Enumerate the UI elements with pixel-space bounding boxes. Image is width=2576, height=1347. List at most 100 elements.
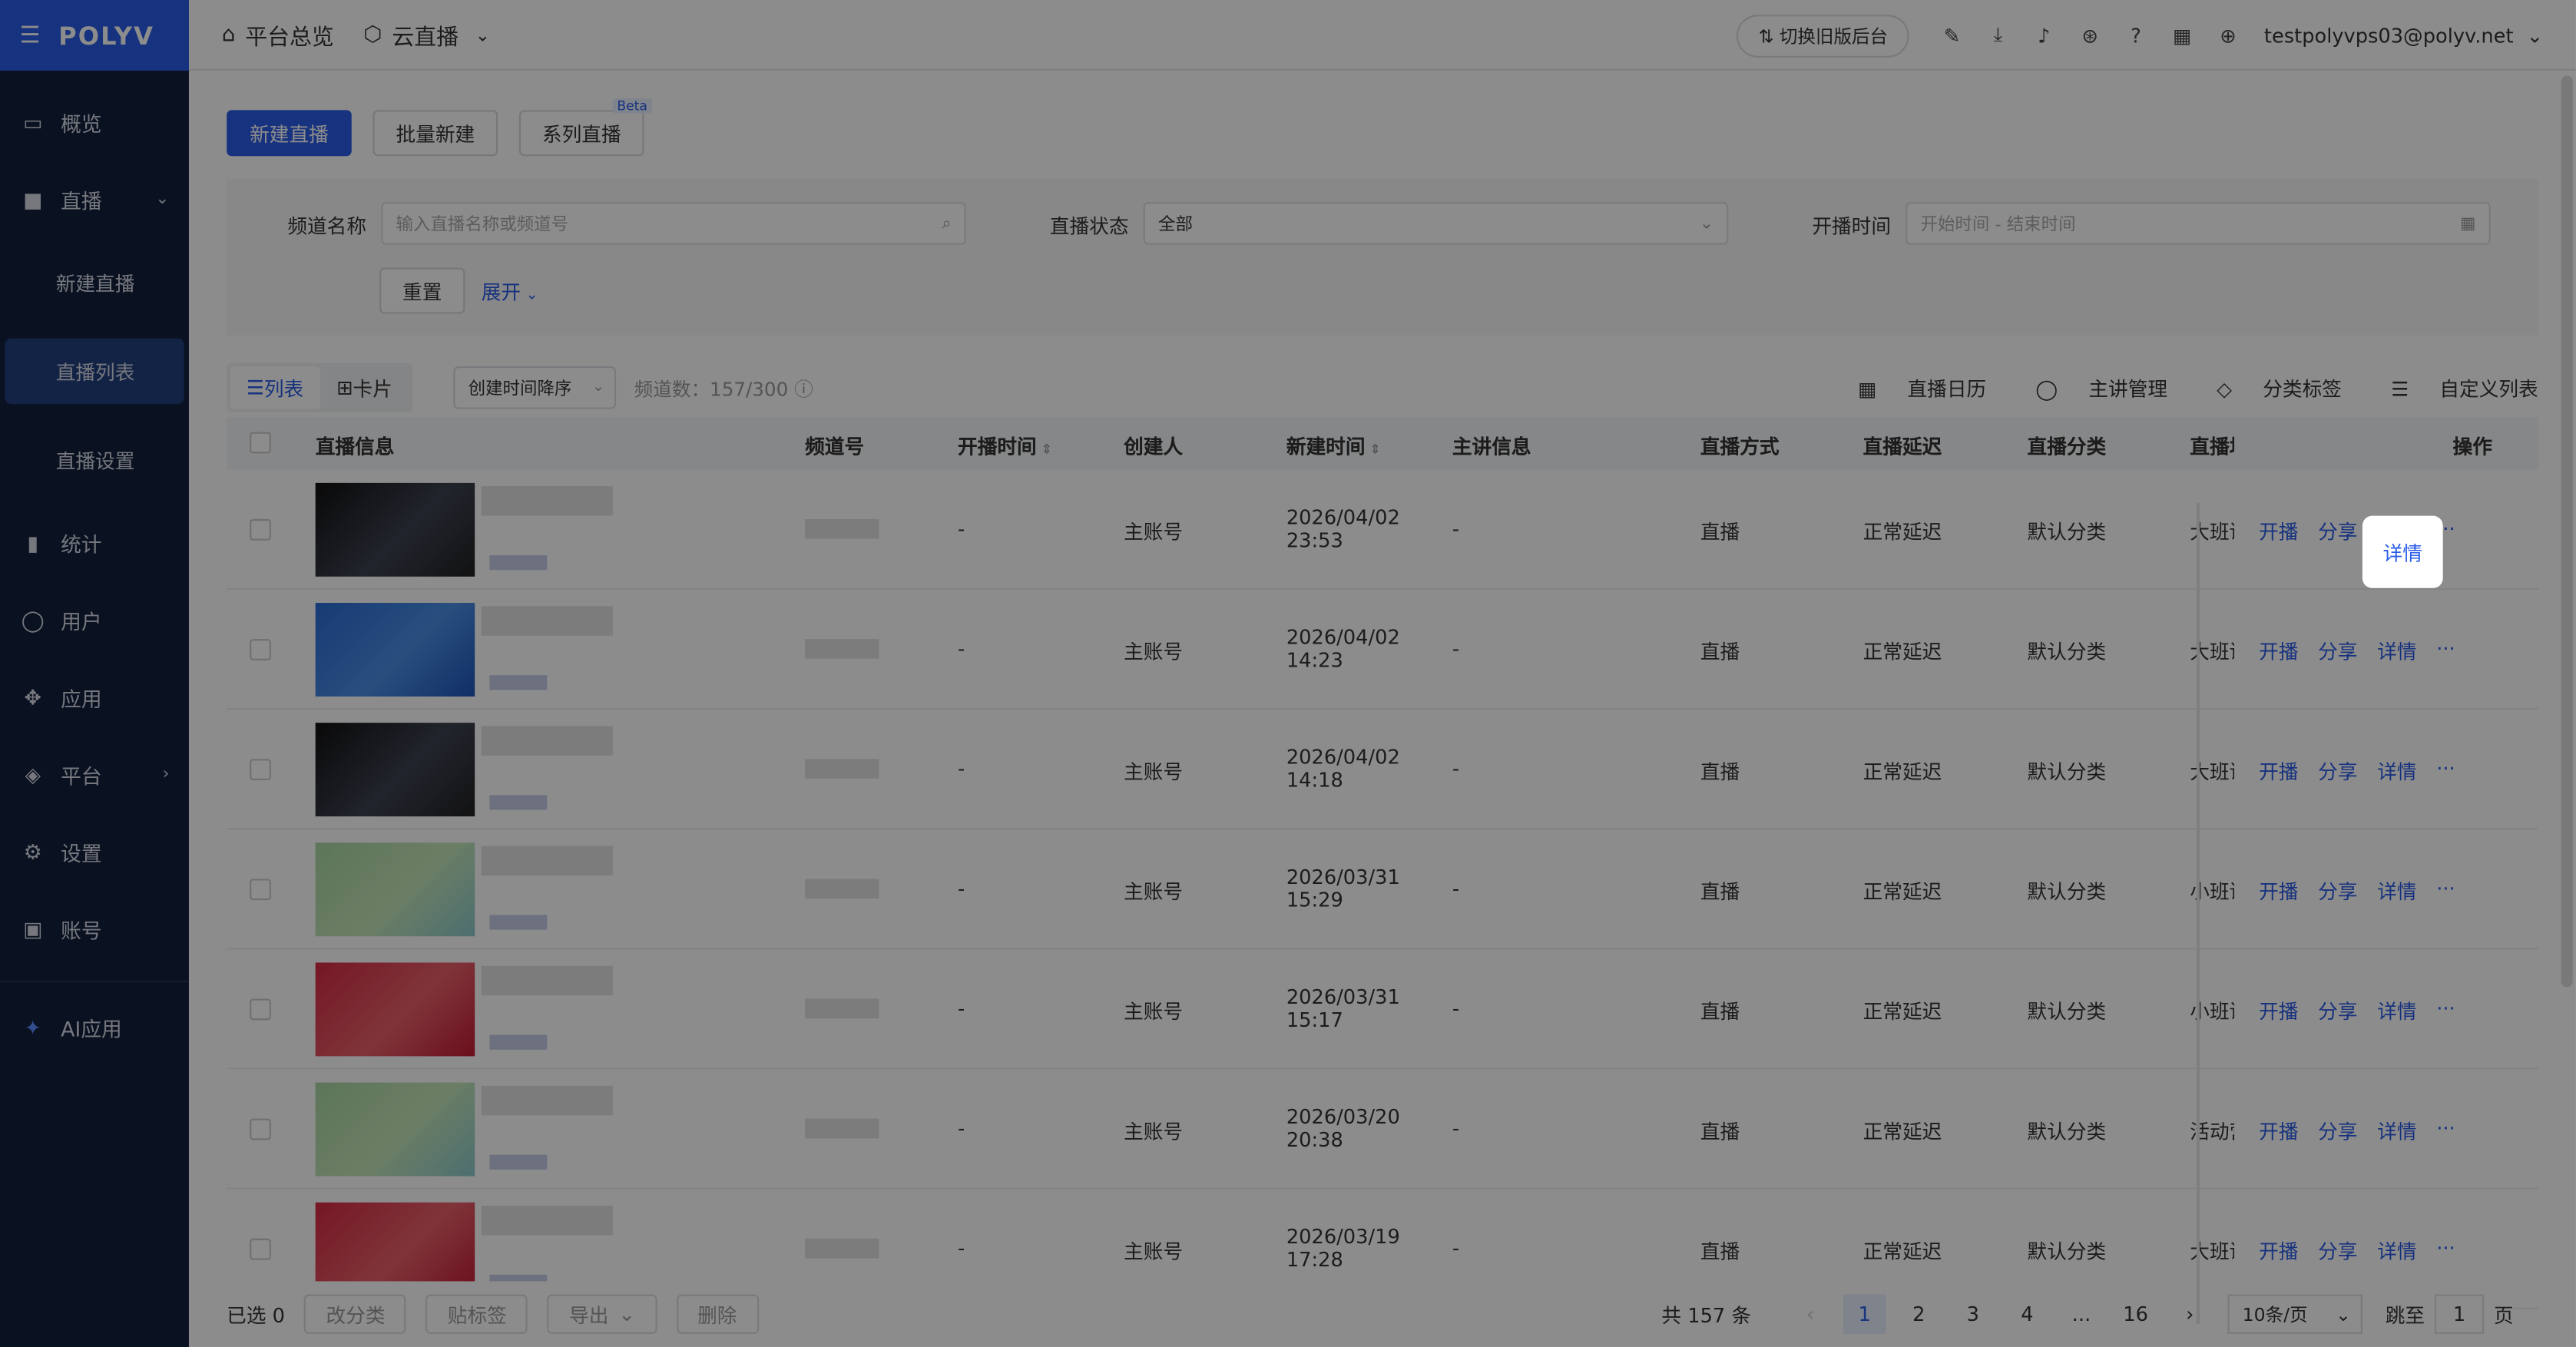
- start-time-range-input[interactable]: 开始时间 - 结束时间 ▦: [1906, 202, 2491, 245]
- share-link[interactable]: 分享: [2318, 1237, 2357, 1265]
- share-link[interactable]: 分享: [2318, 997, 2357, 1024]
- details-link[interactable]: 详情: [2377, 877, 2416, 905]
- start-live-link[interactable]: 开播: [2259, 1237, 2298, 1265]
- share-link[interactable]: 分享: [2318, 1117, 2357, 1145]
- list-view-tab[interactable]: ☰ 列表: [230, 366, 320, 409]
- details-link-highlighted[interactable]: 详情: [2362, 515, 2443, 588]
- add-tag-button[interactable]: 贴标签: [426, 1294, 528, 1334]
- more-icon[interactable]: ···: [2436, 637, 2455, 665]
- select-all-checkbox[interactable]: [250, 432, 271, 454]
- page-number[interactable]: 3: [1952, 1295, 1995, 1334]
- create-live-button[interactable]: 新建直播: [227, 110, 352, 157]
- sidebar-item-stats[interactable]: ▮ 统计: [0, 505, 189, 582]
- help-icon[interactable]: ⓘ: [794, 378, 813, 401]
- page-number[interactable]: 4: [2006, 1295, 2049, 1334]
- row-checkbox[interactable]: [250, 1118, 271, 1140]
- delete-button[interactable]: 删除: [676, 1294, 759, 1334]
- details-link[interactable]: 详情: [2377, 637, 2416, 665]
- globe-icon[interactable]: ⊕: [2213, 21, 2243, 51]
- row-checkbox[interactable]: [250, 639, 271, 660]
- switch-old-version-button[interactable]: ⇅ 切换旧版后台: [1737, 14, 1909, 57]
- product-switcher[interactable]: ⬡ 云直播 ⌄: [363, 18, 490, 51]
- share-link[interactable]: 分享: [2318, 518, 2357, 545]
- details-link[interactable]: 详情: [2377, 1237, 2416, 1265]
- page-number[interactable]: 2: [1897, 1295, 1940, 1334]
- category-tags-link[interactable]: ◇ 分类标签: [2192, 375, 2342, 402]
- channel-name-input[interactable]: 输入直播名称或频道号 ⌕: [381, 202, 966, 245]
- expand-filter-button[interactable]: 展开 ⌄: [482, 277, 538, 305]
- more-icon[interactable]: ···: [2436, 877, 2455, 905]
- details-link[interactable]: 详情: [2377, 997, 2416, 1024]
- reset-button[interactable]: 重置: [379, 267, 465, 314]
- details-link[interactable]: 详情: [2377, 1117, 2416, 1145]
- edit-icon[interactable]: ✎: [1937, 21, 1967, 51]
- prev-page-icon[interactable]: ‹: [1789, 1295, 1832, 1334]
- page-scrollbar[interactable]: [2561, 75, 2573, 988]
- live-calendar-link[interactable]: ▦ 直播日历: [1833, 375, 1986, 402]
- sidebar-item-live[interactable]: ■ 直播 ⌄: [0, 161, 189, 239]
- start-live-link[interactable]: 开播: [2259, 637, 2298, 665]
- menu-icon[interactable]: ☰: [20, 22, 42, 48]
- sidebar-item-users[interactable]: ◯ 用户: [0, 581, 189, 659]
- live-thumbnail[interactable]: [315, 842, 475, 937]
- export-button[interactable]: 导出 ⌄: [548, 1294, 657, 1334]
- sidebar-sub-list[interactable]: 直播列表: [5, 338, 184, 405]
- help-icon[interactable]: ?: [2121, 21, 2151, 51]
- row-checkbox[interactable]: [250, 759, 271, 781]
- more-icon[interactable]: ···: [2436, 997, 2455, 1024]
- details-link[interactable]: 详情: [2377, 757, 2416, 785]
- live-tag-redacted: [489, 795, 548, 810]
- more-icon[interactable]: ···: [2436, 1117, 2455, 1145]
- live-status-select[interactable]: 全部 ⌄: [1143, 202, 1729, 245]
- sidebar-item-platform[interactable]: ◈ 平台 ›: [0, 736, 189, 813]
- row-checkbox[interactable]: [250, 998, 271, 1021]
- column-header-sortable[interactable]: 新建时间 ⇕: [1286, 432, 1381, 460]
- page-number[interactable]: 1: [1843, 1294, 1886, 1334]
- live-thumbnail[interactable]: [315, 482, 475, 577]
- calendar-icon[interactable]: ▦: [2167, 21, 2197, 51]
- batch-create-button[interactable]: 批量新建: [372, 110, 498, 157]
- live-thumbnail[interactable]: [315, 603, 475, 697]
- speaker-management-link[interactable]: ◯ 主讲管理: [2011, 375, 2167, 402]
- custom-columns-link[interactable]: ☰ 自定义列表: [2366, 375, 2538, 402]
- jump-page-input[interactable]: 1: [2434, 1294, 2485, 1334]
- share-link[interactable]: 分享: [2318, 637, 2357, 665]
- card-view-tab[interactable]: ⊞ 卡片: [320, 366, 409, 409]
- start-live-link[interactable]: 开播: [2259, 518, 2298, 545]
- row-checkbox[interactable]: [250, 518, 271, 541]
- next-page-icon[interactable]: ›: [2168, 1295, 2211, 1334]
- start-live-link[interactable]: 开播: [2259, 997, 2298, 1024]
- share-link[interactable]: 分享: [2318, 757, 2357, 785]
- more-icon[interactable]: ···: [2436, 757, 2455, 785]
- sidebar-item-apps[interactable]: ✥ 应用: [0, 659, 189, 736]
- row-checkbox[interactable]: [250, 879, 271, 901]
- share-link[interactable]: 分享: [2318, 877, 2357, 905]
- sidebar-item-settings[interactable]: ⚙ 设置: [0, 813, 189, 891]
- coin-icon[interactable]: ⊛: [2075, 21, 2105, 51]
- more-icon[interactable]: ···: [2436, 1237, 2455, 1265]
- sidebar-item-ai[interactable]: ✦ AI应用: [0, 989, 189, 1067]
- page-size-select[interactable]: 10条/页 ⌄: [2227, 1294, 2362, 1334]
- page-number[interactable]: 16: [2114, 1295, 2157, 1334]
- start-live-link[interactable]: 开播: [2259, 877, 2298, 905]
- recategorize-button[interactable]: 改分类: [304, 1294, 407, 1334]
- live-thumbnail[interactable]: [315, 1082, 475, 1177]
- sidebar-item-overview[interactable]: ▭ 概览: [0, 84, 189, 161]
- logo[interactable]: ☰ POLYV: [0, 0, 189, 71]
- sidebar-item-account[interactable]: ▣ 账号: [0, 890, 189, 968]
- user-account-menu[interactable]: testpolyvps03@polyv.net ⌄: [2264, 24, 2543, 47]
- download-icon[interactable]: ⤓: [1983, 21, 2013, 51]
- live-thumbnail[interactable]: [315, 723, 475, 817]
- bell-icon[interactable]: ♪: [2029, 21, 2059, 51]
- platform-overview-link[interactable]: ⌂ 平台总览: [222, 18, 334, 51]
- live-thumbnail[interactable]: [315, 962, 475, 1057]
- series-live-button[interactable]: 系列直播 Beta: [518, 98, 653, 157]
- sidebar-sub-settings[interactable]: 直播设置: [0, 415, 189, 505]
- start-live-link[interactable]: 开播: [2259, 1117, 2298, 1145]
- start-live-link[interactable]: 开播: [2259, 757, 2298, 785]
- sidebar-sub-create[interactable]: 新建直播: [0, 238, 189, 327]
- column-header-sortable[interactable]: 开播时间 ⇕: [958, 432, 1052, 460]
- page-ellipsis[interactable]: ...: [2060, 1295, 2103, 1334]
- sort-select[interactable]: 创建时间降序 ⌄: [453, 366, 617, 409]
- row-checkbox[interactable]: [250, 1238, 271, 1260]
